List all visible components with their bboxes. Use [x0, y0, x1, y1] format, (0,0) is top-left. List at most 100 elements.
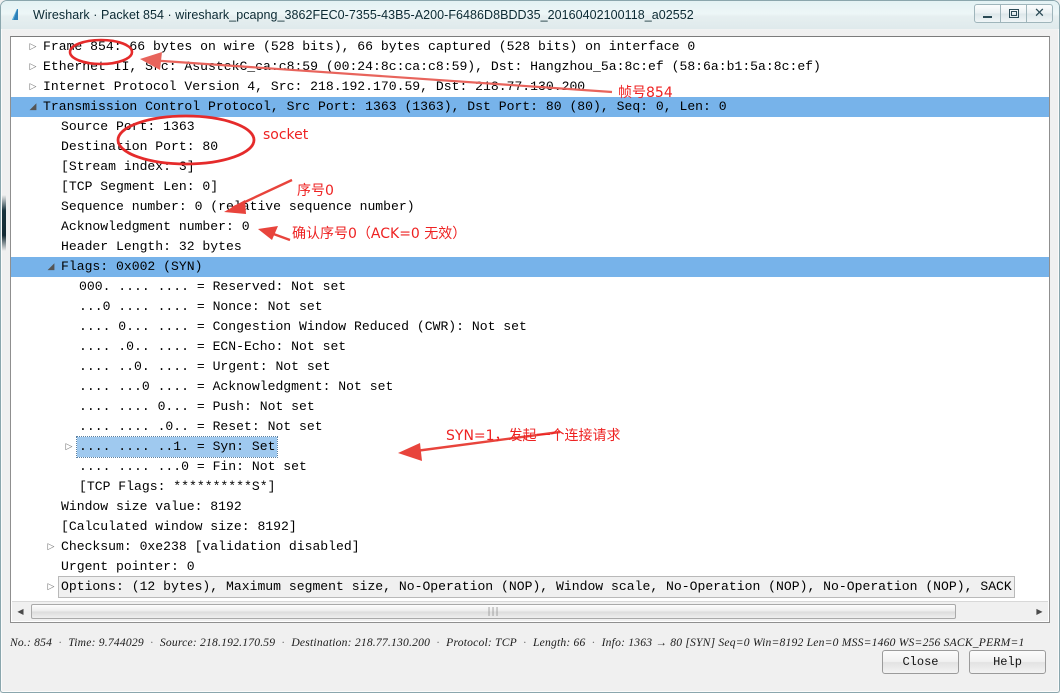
- packet-detail-row-label: 000. .... .... = Reserved: Not set: [79, 279, 347, 294]
- tree-expander-closed-icon[interactable]: ▷: [27, 77, 39, 97]
- packet-detail-row-label: Internet Protocol Version 4, Src: 218.19…: [43, 79, 586, 94]
- status-field: No.: 854: [10, 635, 53, 649]
- packet-detail-row-label: Sequence number: 0 (relative sequence nu…: [61, 199, 415, 214]
- status-field: Protocol: TCP: [446, 635, 517, 649]
- packet-detail-row-label: Window size value: 8192: [61, 499, 242, 514]
- packet-detail-row[interactable]: .... 0... .... = Congestion Window Reduc…: [11, 317, 1049, 337]
- packet-detail-row[interactable]: .... ..0. .... = Urgent: Not set: [11, 357, 1049, 377]
- packet-detail-row-label: .... ...0 .... = Acknowledgment: Not set: [79, 379, 394, 394]
- packet-detail-row[interactable]: Sequence number: 0 (relative sequence nu…: [11, 197, 1049, 217]
- status-separator: ·: [281, 635, 286, 649]
- packet-detail-row-label: [Calculated window size: 8192]: [61, 519, 297, 534]
- packet-detail-row[interactable]: .... .... ...0 = Fin: Not set: [11, 457, 1049, 477]
- packet-detail-row-label: Header Length: 32 bytes: [61, 239, 242, 254]
- packet-detail-row[interactable]: Destination Port: 80: [11, 137, 1049, 157]
- packet-detail-row-label: .... .... 0... = Push: Not set: [79, 399, 315, 414]
- packet-detail-row[interactable]: ...0 .... .... = Nonce: Not set: [11, 297, 1049, 317]
- status-field: Length: 66: [532, 635, 586, 649]
- tree-expander-open-icon[interactable]: ◢: [27, 97, 39, 117]
- packet-detail-row-label: Transmission Control Protocol, Src Port:…: [43, 99, 727, 114]
- packet-detail-row-label: ...0 .... .... = Nonce: Not set: [79, 299, 323, 314]
- scrollbar-thumb[interactable]: |||: [31, 604, 956, 619]
- close-icon: ✕: [1034, 5, 1045, 21]
- packet-detail-row[interactable]: Acknowledgment number: 0: [11, 217, 1049, 237]
- maximize-button[interactable]: [1000, 4, 1027, 23]
- packet-detail-row[interactable]: Urgent pointer: 0: [11, 557, 1049, 577]
- status-separator: ·: [149, 635, 154, 649]
- packet-detail-row-label: Flags: 0x002 (SYN): [61, 259, 203, 274]
- packet-detail-row-label: Ethernet II, Src: AsustekC_ca:c8:59 (00:…: [43, 59, 821, 74]
- status-separator: ·: [436, 635, 441, 649]
- window-title: Wireshark · Packet 854 · wireshark_pcapn…: [33, 8, 694, 22]
- close-dialog-button[interactable]: Close: [882, 650, 959, 674]
- packet-detail-tree: ▷ Frame 854: 66 bytes on wire (528 bits),…: [11, 37, 1049, 598]
- packet-detail-row[interactable]: 000. .... .... = Reserved: Not set: [11, 277, 1049, 297]
- status-separator: ·: [591, 635, 596, 649]
- scroll-left-arrow-icon[interactable]: ◀: [12, 603, 29, 620]
- tree-expander-closed-icon[interactable]: ▷: [63, 437, 75, 457]
- packet-detail-row-label: .... .0.. .... = ECN-Echo: Not set: [79, 339, 347, 354]
- minimize-icon: [983, 15, 992, 18]
- packet-detail-row[interactable]: ▷ Options: (12 bytes), Maximum segment si…: [11, 576, 1049, 598]
- minimize-button[interactable]: [974, 4, 1001, 23]
- packet-detail-row[interactable]: Header Length: 32 bytes: [11, 237, 1049, 257]
- packet-detail-row-label: Acknowledgment number: 0: [61, 219, 250, 234]
- wireshark-fin-icon: [10, 7, 26, 23]
- maximize-icon: [1008, 9, 1019, 18]
- tree-expander-closed-icon[interactable]: ▷: [45, 577, 57, 597]
- packet-detail-row-label: [TCP Flags: **********S*]: [79, 479, 276, 494]
- packet-detail-row[interactable]: ▷ Internet Protocol Version 4, Src: 218.1…: [11, 77, 1049, 97]
- packet-detail-row-label: .... .... ...0 = Fin: Not set: [79, 459, 307, 474]
- packet-detail-row-label: [Stream index: 3]: [61, 159, 195, 174]
- packet-detail-row[interactable]: ◢ Flags: 0x002 (SYN): [11, 257, 1049, 277]
- packet-detail-row-label: [TCP Segment Len: 0]: [61, 179, 219, 194]
- status-separator: ·: [58, 635, 63, 649]
- packet-detail-row[interactable]: ▷ Ethernet II, Src: AsustekC_ca:c8:59 (00…: [11, 57, 1049, 77]
- packet-detail-row[interactable]: [Stream index: 3]: [11, 157, 1049, 177]
- packet-detail-row[interactable]: Window size value: 8192: [11, 497, 1049, 517]
- tree-expander-closed-icon[interactable]: ▷: [27, 37, 39, 57]
- packet-detail-row-label: .... .... ..1. = Syn: Set: [75, 436, 279, 458]
- tree-expander-closed-icon[interactable]: ▷: [27, 57, 39, 77]
- status-field: Destination: 218.77.130.200: [291, 635, 431, 649]
- packet-detail-row-label: Urgent pointer: 0: [61, 559, 195, 574]
- packet-detail-row[interactable]: ▷ Checksum: 0xe238 [validation disabled]: [11, 537, 1049, 557]
- packet-detail-row-label: Options: (12 bytes), Maximum segment siz…: [58, 576, 1015, 598]
- packet-detail-row-label: Destination Port: 80: [61, 139, 219, 154]
- packet-detail-row[interactable]: [TCP Flags: **********S*]: [11, 477, 1049, 497]
- packet-detail-row-label: .... .... .0.. = Reset: Not set: [79, 419, 323, 434]
- status-field: Time: 9.744029: [68, 635, 144, 649]
- packet-detail-row[interactable]: .... .0.. .... = ECN-Echo: Not set: [11, 337, 1049, 357]
- packet-detail-row[interactable]: ◢ Transmission Control Protocol, Src Port…: [11, 97, 1049, 117]
- packet-detail-row-label: Frame 854: 66 bytes on wire (528 bits), …: [43, 39, 696, 54]
- packet-detail-row-label: Checksum: 0xe238 [validation disabled]: [61, 539, 360, 554]
- packet-detail-pane[interactable]: ▷ Frame 854: 66 bytes on wire (528 bits),…: [10, 36, 1050, 623]
- close-button[interactable]: ✕: [1026, 4, 1053, 23]
- status-field: Source: 218.192.170.59: [159, 635, 276, 649]
- packet-detail-row-label: .... ..0. .... = Urgent: Not set: [79, 359, 331, 374]
- packet-detail-row-label: .... 0... .... = Congestion Window Reduc…: [79, 319, 527, 334]
- packet-detail-row[interactable]: ▷ Frame 854: 66 bytes on wire (528 bits),…: [11, 37, 1049, 57]
- tree-expander-closed-icon[interactable]: ▷: [45, 537, 57, 557]
- status-separator: ·: [522, 635, 527, 649]
- packet-detail-row[interactable]: .... .... .0.. = Reset: Not set: [11, 417, 1049, 437]
- dialog-button-bar: Close Help: [882, 650, 1046, 674]
- packet-detail-row[interactable]: Source Port: 1363: [11, 117, 1049, 137]
- packet-detail-row-label: Source Port: 1363: [61, 119, 195, 134]
- scrollbar-track[interactable]: |||: [29, 603, 1031, 620]
- help-button[interactable]: Help: [969, 650, 1046, 674]
- window-controls: ✕: [974, 4, 1053, 23]
- packet-detail-scroll-area[interactable]: ▷ Frame 854: 66 bytes on wire (528 bits),…: [11, 37, 1049, 603]
- window-edge-marker: [2, 195, 6, 251]
- scroll-right-arrow-icon[interactable]: ▶: [1031, 603, 1048, 620]
- packet-detail-row[interactable]: .... ...0 .... = Acknowledgment: Not set: [11, 377, 1049, 397]
- status-field: Info: 1363 → 80 [SYN] Seq=0 Win=8192 Len…: [601, 635, 1025, 649]
- packet-detail-row[interactable]: [Calculated window size: 8192]: [11, 517, 1049, 537]
- tree-expander-open-icon[interactable]: ◢: [45, 257, 57, 277]
- horizontal-scrollbar[interactable]: ◀ ||| ▶: [12, 601, 1048, 621]
- title-bar[interactable]: Wireshark · Packet 854 · wireshark_pcapn…: [1, 1, 1059, 29]
- packet-detail-row[interactable]: .... .... 0... = Push: Not set: [11, 397, 1049, 417]
- packet-detail-row[interactable]: ▷.... .... ..1. = Syn: Set: [11, 436, 1049, 458]
- packet-detail-row[interactable]: [TCP Segment Len: 0]: [11, 177, 1049, 197]
- wireshark-packet-detail-window: Wireshark · Packet 854 · wireshark_pcapn…: [0, 0, 1060, 693]
